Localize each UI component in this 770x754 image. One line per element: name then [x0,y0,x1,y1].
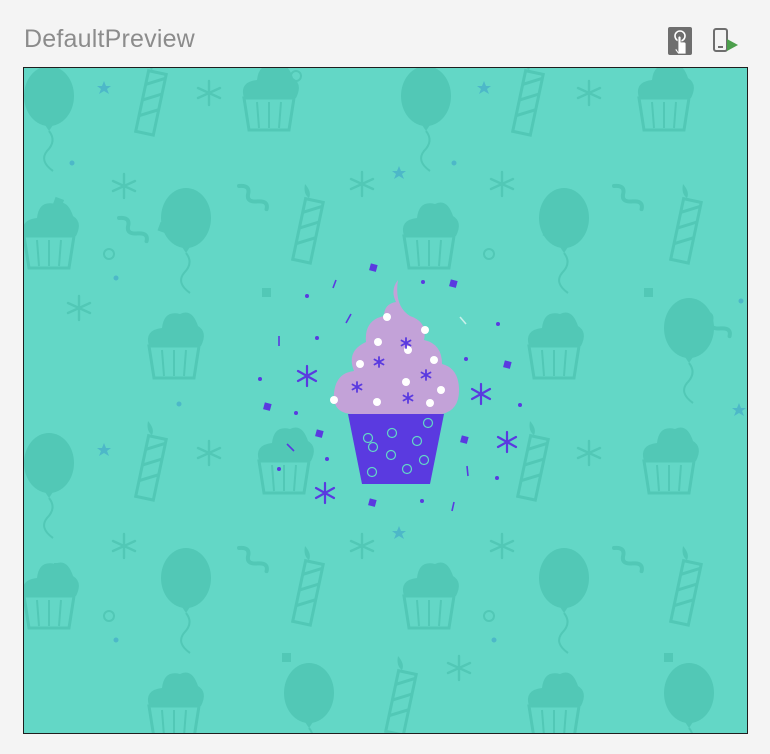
cupcake-illustration [330,280,460,484]
preview-title: DefaultPreview [24,25,195,53]
deploy-to-device-icon [713,28,738,52]
touch-interactive-icon [668,27,692,55]
preview-canvas[interactable] [23,67,748,734]
birthday-background [24,68,746,733]
preview-panel: DefaultPreview [0,0,770,754]
interactive-mode-button[interactable] [665,24,695,58]
deploy-preview-button[interactable] [710,24,740,58]
